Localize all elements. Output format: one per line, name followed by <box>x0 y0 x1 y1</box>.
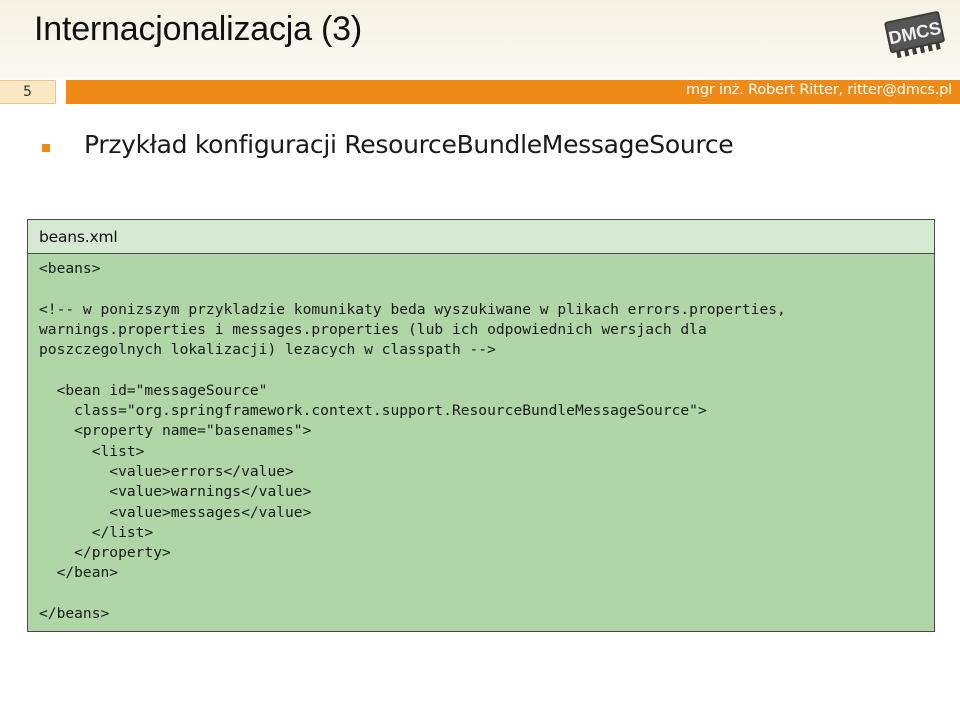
slide-number: 5 <box>0 80 56 104</box>
code-line: class="org.springframework.context.suppo… <box>39 402 707 420</box>
code-line: </list> <box>39 523 154 541</box>
code-line: <property name="basenames"> <box>39 422 312 440</box>
code-line: poszczegolnych lokalizacji) lezacych w c… <box>39 341 496 359</box>
square-bullet-icon <box>42 144 50 152</box>
slide-title: Internacjonalizacja (3) <box>34 10 363 48</box>
code-line: <bean id="messageSource" <box>39 381 268 399</box>
code-line: <value>warnings</value> <box>39 483 312 501</box>
code-line: <beans> <box>39 260 101 277</box>
code-line: warnings.properties i messages.propertie… <box>39 320 707 338</box>
code-line: <!-- w ponizszym przykladzie komunikaty … <box>39 300 786 318</box>
code-listing: <beans> <!-- w ponizszym przykladzie komu… <box>28 254 934 624</box>
code-line: </bean> <box>39 564 119 582</box>
code-filename: beans.xml <box>28 220 934 254</box>
code-line: </beans> <box>39 605 110 623</box>
bullet-text: Przykład konfiguracji ResourceBundleMess… <box>84 130 734 159</box>
dmcs-logo: DMCS <box>884 6 946 62</box>
code-line: <list> <box>39 442 145 460</box>
code-line: <value>errors</value> <box>39 462 294 480</box>
author-credit: mgr inż. Robert Ritter, ritter@dmcs.pl <box>685 82 952 98</box>
code-line: </property> <box>39 544 171 562</box>
code-line: <value>messages</value> <box>39 503 312 521</box>
dmcs-chip-logo-icon: DMCS <box>884 11 945 59</box>
code-box: beans.xml <beans> <!-- w ponizszym przykl… <box>27 219 935 632</box>
